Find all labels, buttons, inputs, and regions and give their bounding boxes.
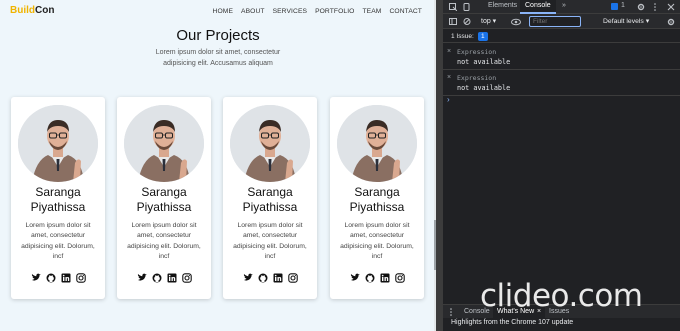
member-name: Saranga Piyathissa <box>223 185 317 215</box>
expression-input[interactable]: Expression <box>457 74 496 82</box>
clear-console-icon[interactable] <box>463 18 471 26</box>
issues-count-badge[interactable]: 1 <box>478 32 488 41</box>
nav-portfolio[interactable]: PORTFOLIO <box>315 8 354 15</box>
linkedin-icon[interactable] <box>61 270 71 283</box>
console-prompt[interactable]: › <box>447 95 450 104</box>
member-name: Saranga Piyathissa <box>330 185 424 215</box>
profile-photo <box>18 105 98 182</box>
live-expression: × Expression not available <box>443 70 680 96</box>
message-icon[interactable] <box>611 3 619 11</box>
issues-bar[interactable]: 1 Issue: 1 <box>443 30 680 43</box>
team-card: Saranga Piyathissa Lorem ipsum dolor sit … <box>11 97 105 299</box>
member-description: Lorem ipsum dolor sit amet, consectetur … <box>21 222 95 261</box>
member-last-name: Piyathissa <box>242 200 298 214</box>
tab-console[interactable]: Console <box>525 2 551 9</box>
avatar <box>337 105 417 182</box>
member-description: Lorem ipsum dolor sit amet, consectetur … <box>340 222 414 261</box>
remove-expression-icon[interactable]: × <box>447 48 451 55</box>
twitter-icon[interactable] <box>350 270 360 281</box>
member-last-name: Piyathissa <box>136 200 192 214</box>
live-expression: × Expression not available <box>443 44 680 70</box>
member-description: Lorem ipsum dolor sit amet, consectetur … <box>127 222 201 261</box>
social-links <box>117 270 211 283</box>
twitter-icon[interactable] <box>137 270 147 281</box>
more-tabs-button[interactable]: » <box>562 2 566 9</box>
social-links <box>11 270 105 283</box>
whats-new-highlight: Highlights from the Chrome 107 update <box>451 319 574 326</box>
site-header: BuildCon HOME ABOUT SERVICES PORTFOLIO T… <box>0 0 436 24</box>
profile-photo <box>230 105 310 182</box>
issues-label: 1 Issue: <box>451 33 474 40</box>
member-last-name: Piyathissa <box>349 200 405 214</box>
console-toolbar: top ▾ Default levels ▾ <box>443 14 680 29</box>
instagram-icon[interactable] <box>287 270 298 283</box>
sidebar-toggle-icon[interactable] <box>449 18 457 26</box>
twitter-icon[interactable] <box>31 270 41 281</box>
member-name: Saranga Piyathissa <box>11 185 105 215</box>
context-selector[interactable]: top ▾ <box>481 17 496 25</box>
profile-photo <box>337 105 417 182</box>
profile-photo <box>124 105 204 182</box>
expression-value: not available <box>457 58 511 66</box>
log-levels-dropdown[interactable]: Default levels ▾ <box>603 17 649 25</box>
nav-home[interactable]: HOME <box>213 8 233 15</box>
member-first-name: Saranga <box>247 185 293 199</box>
device-toolbar-icon[interactable] <box>463 3 471 11</box>
remove-expression-icon[interactable]: × <box>447 74 451 81</box>
avatar <box>124 105 204 182</box>
team-card: Saranga Piyathissa Lorem ipsum dolor sit … <box>117 97 211 299</box>
avatar <box>18 105 98 182</box>
linkedin-icon[interactable] <box>167 270 177 283</box>
linkedin-icon[interactable] <box>273 270 283 283</box>
member-first-name: Saranga <box>141 185 187 199</box>
member-last-name: Piyathissa <box>30 200 86 214</box>
kebab-menu-icon[interactable] <box>653 3 657 11</box>
github-icon[interactable] <box>258 270 268 283</box>
expression-input[interactable]: Expression <box>457 48 496 56</box>
section-title: Our Projects <box>176 27 260 44</box>
settings-gear-icon[interactable] <box>637 3 645 11</box>
github-icon[interactable] <box>365 270 375 283</box>
drawer-menu-icon[interactable] <box>449 308 453 316</box>
team-card: Saranga Piyathissa Lorem ipsum dolor sit … <box>223 97 317 299</box>
instagram-icon[interactable] <box>181 270 192 283</box>
brand-part-con: Con <box>35 5 55 16</box>
brand-logo[interactable]: BuildCon <box>10 5 54 16</box>
github-icon[interactable] <box>46 270 56 283</box>
tab-elements[interactable]: Elements <box>488 2 517 9</box>
console-filter-input[interactable] <box>529 16 581 27</box>
section-subtitle: Lorem ipsum dolor sit amet, consectetur … <box>155 49 281 67</box>
nav-team[interactable]: TEAM <box>362 8 381 15</box>
brand-part-build: Build <box>10 5 35 16</box>
github-icon[interactable] <box>152 270 162 283</box>
twitter-icon[interactable] <box>243 270 253 281</box>
close-devtools-icon[interactable] <box>667 3 675 11</box>
social-links <box>223 270 317 283</box>
watermark: clideo.com <box>480 278 643 314</box>
expression-value: not available <box>457 84 511 92</box>
devtools-divider[interactable] <box>436 0 443 331</box>
website-viewport: BuildCon HOME ABOUT SERVICES PORTFOLIO T… <box>0 0 436 331</box>
member-first-name: Saranga <box>35 185 81 199</box>
member-first-name: Saranga <box>354 185 400 199</box>
console-settings-gear-icon[interactable] <box>667 18 675 26</box>
devtools-main-toolbar: Elements Console » 1 <box>443 0 680 14</box>
instagram-icon[interactable] <box>394 270 405 283</box>
inspect-element-icon[interactable] <box>449 3 457 11</box>
instagram-icon[interactable] <box>75 270 86 283</box>
social-links <box>330 270 424 283</box>
member-description: Lorem ipsum dolor sit amet, consectetur … <box>233 222 307 261</box>
avatar <box>230 105 310 182</box>
nav-about[interactable]: ABOUT <box>241 8 265 15</box>
nav-services[interactable]: SERVICES <box>273 8 308 15</box>
main-nav: HOME ABOUT SERVICES PORTFOLIO TEAM CONTA… <box>213 8 422 15</box>
member-name: Saranga Piyathissa <box>117 185 211 215</box>
nav-contact[interactable]: CONTACT <box>389 8 422 15</box>
live-expression-eye-icon[interactable] <box>511 18 521 26</box>
team-card: Saranga Piyathissa Lorem ipsum dolor sit … <box>330 97 424 299</box>
message-count[interactable]: 1 <box>621 2 625 9</box>
linkedin-icon[interactable] <box>380 270 390 283</box>
